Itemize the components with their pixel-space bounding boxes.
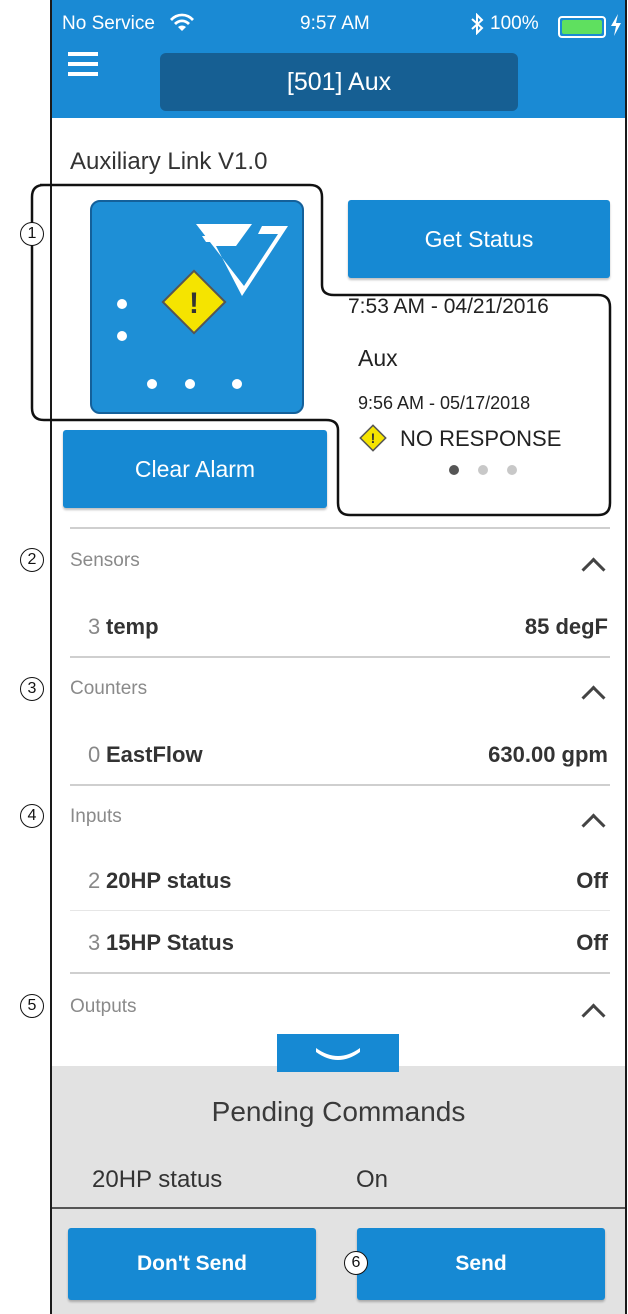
section-header-inputs[interactable]: Inputs xyxy=(70,806,122,828)
divider xyxy=(70,784,610,786)
row-index: 3 xyxy=(88,930,101,955)
row-name: temp xyxy=(106,614,159,639)
collapse-panel-tab[interactable] xyxy=(277,1034,399,1072)
callout-number: 6 xyxy=(344,1251,368,1275)
row-value: Off xyxy=(576,868,608,893)
pending-item-name: 20HP status xyxy=(92,1166,223,1193)
send-button[interactable]: Send xyxy=(357,1228,605,1300)
row-index: 3 xyxy=(88,614,101,639)
pending-item-value: On xyxy=(356,1166,389,1193)
callout-number: 3 xyxy=(20,677,44,701)
row-name: 15HP Status xyxy=(106,930,234,955)
chevron-up-icon[interactable] xyxy=(581,813,606,838)
row-index: 0 xyxy=(88,742,101,767)
divider xyxy=(52,1207,625,1209)
row-value: Off xyxy=(576,930,608,955)
divider xyxy=(70,656,610,658)
dont-send-button[interactable]: Don't Send xyxy=(68,1228,316,1300)
callout-number: 1 xyxy=(20,222,44,246)
callout-number: 4 xyxy=(20,804,44,828)
row-name: EastFlow xyxy=(106,742,203,767)
chevron-down-icon xyxy=(316,1048,360,1060)
row-name: 20HP status xyxy=(106,868,232,893)
divider xyxy=(70,972,610,974)
section-header-counters[interactable]: Counters xyxy=(70,678,147,700)
divider xyxy=(70,910,610,911)
row-value: 630.00 gpm xyxy=(488,742,608,767)
chevron-up-icon[interactable] xyxy=(581,685,606,710)
pending-commands-title: Pending Commands xyxy=(211,1096,466,1127)
section-header-outputs[interactable]: Outputs xyxy=(70,996,137,1018)
callout-outline xyxy=(30,183,612,517)
chevron-up-icon[interactable] xyxy=(581,1003,606,1028)
chevron-up-icon[interactable] xyxy=(581,557,606,582)
callout-number: 2 xyxy=(20,548,44,572)
callout-number: 5 xyxy=(20,994,44,1018)
divider xyxy=(70,527,610,529)
row-index: 2 xyxy=(88,868,101,893)
row-value: 85 degF xyxy=(524,614,608,639)
section-header-sensors[interactable]: Sensors xyxy=(70,550,140,572)
